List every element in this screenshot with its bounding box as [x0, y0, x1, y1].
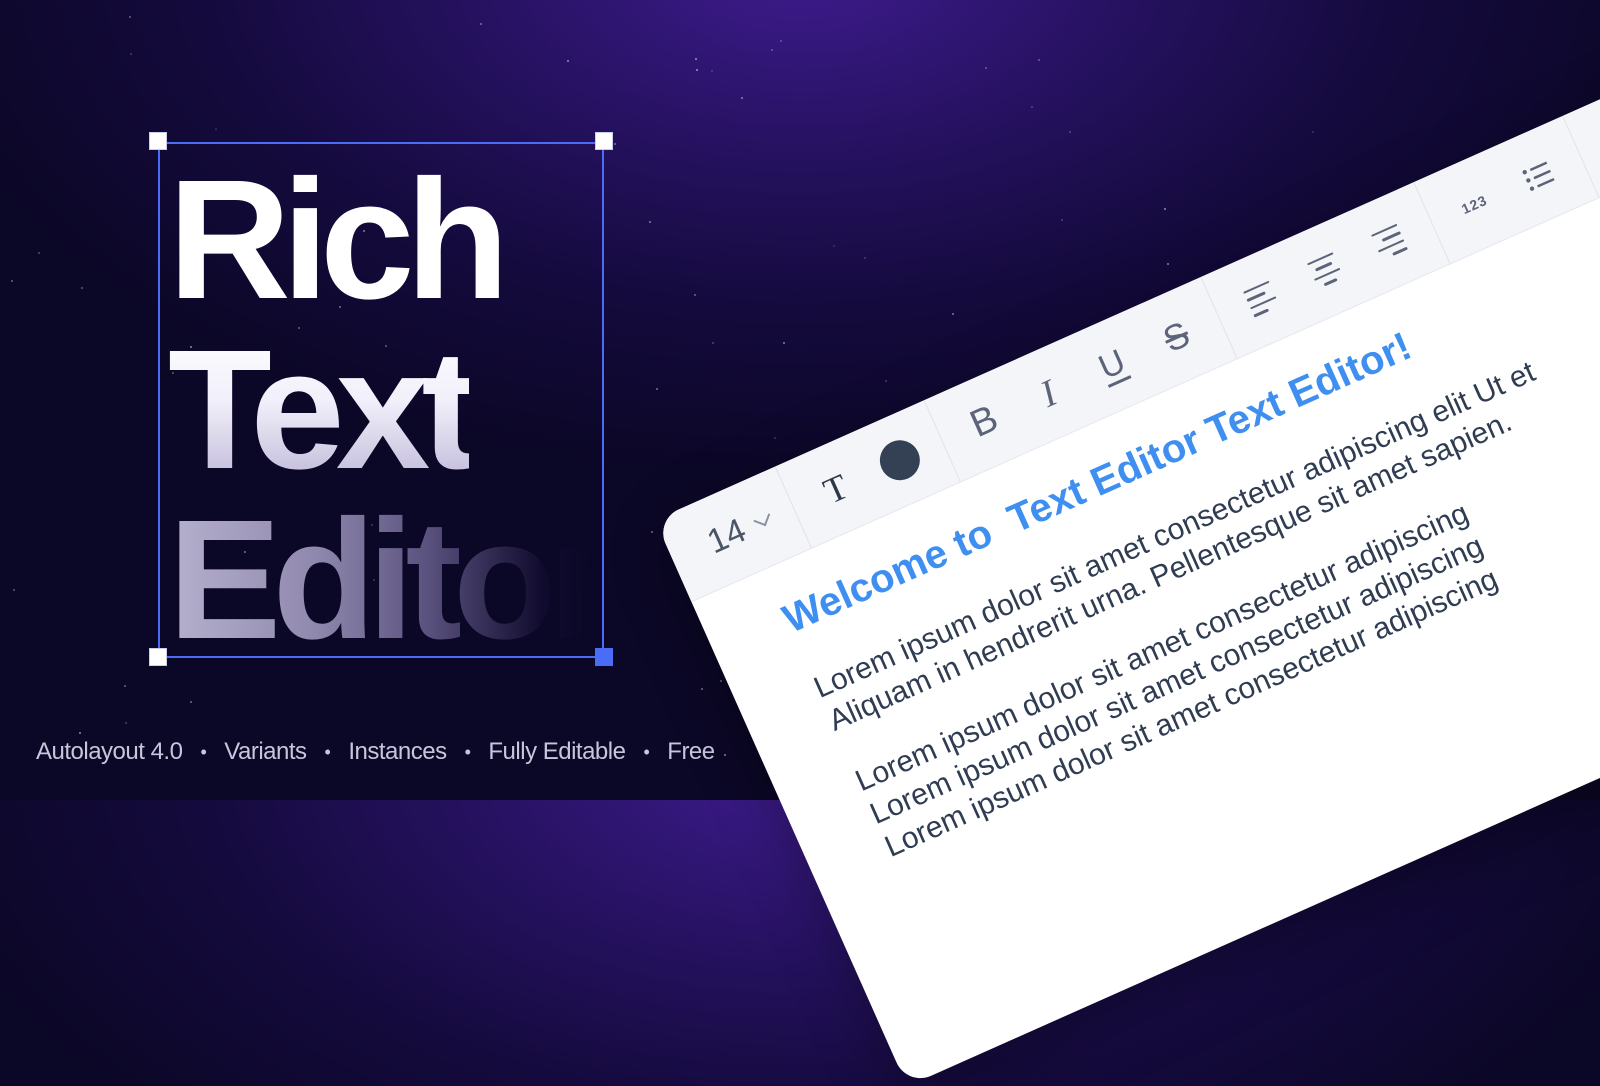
- strikethrough-icon[interactable]: S: [1150, 310, 1203, 363]
- resize-handle-bottom-left[interactable]: [149, 648, 167, 666]
- title-line-1: Rich: [168, 145, 509, 335]
- star: [1031, 106, 1033, 108]
- numbered-list-icon[interactable]: 123: [1448, 178, 1501, 231]
- feature-item: Variants: [224, 738, 307, 765]
- resize-handle-bottom-right[interactable]: [595, 648, 613, 666]
- chevron-down-icon: [753, 509, 771, 527]
- text-format-icon[interactable]: T: [809, 462, 862, 515]
- star: [885, 380, 887, 382]
- star: [985, 67, 987, 69]
- feature-item: Instances: [348, 738, 447, 765]
- title-line-3: Editor: [168, 495, 593, 665]
- feature-item: Fully Editable: [488, 738, 626, 765]
- underline-icon[interactable]: U: [1086, 339, 1139, 392]
- bullet-separator: •: [200, 741, 207, 762]
- bullet-separator: •: [643, 741, 650, 762]
- star: [833, 245, 835, 247]
- title-artboard: Rich Text Editor: [0, 0, 800, 800]
- align-left-icon[interactable]: [1235, 272, 1288, 325]
- italic-icon[interactable]: I: [1022, 367, 1075, 420]
- star: [1061, 219, 1063, 221]
- star: [1069, 131, 1071, 133]
- star: [1038, 59, 1040, 61]
- star: [1164, 208, 1166, 210]
- align-right-icon[interactable]: [1363, 215, 1416, 268]
- text-color-picker[interactable]: [873, 433, 926, 487]
- title-line-2: Text: [168, 315, 478, 505]
- star: [864, 257, 866, 259]
- star: [1312, 131, 1314, 133]
- font-size-dropdown[interactable]: 14: [702, 500, 777, 562]
- align-center-icon[interactable]: [1299, 244, 1352, 297]
- star: [1167, 263, 1169, 265]
- feature-item: Free: [667, 738, 715, 765]
- bullet-separator: •: [464, 741, 471, 762]
- bullet-list-icon[interactable]: [1512, 149, 1565, 202]
- feature-list: Autolayout 4.0 • Variants • Instances • …: [36, 738, 715, 766]
- font-size-value: 14: [701, 511, 752, 562]
- star: [952, 313, 954, 315]
- bullet-separator: •: [324, 741, 331, 762]
- image-icon[interactable]: [1597, 111, 1600, 164]
- resize-handle-top-right[interactable]: [595, 132, 613, 150]
- resize-handle-top-left[interactable]: [149, 132, 167, 150]
- bold-icon[interactable]: B: [958, 396, 1011, 449]
- feature-item: Autolayout 4.0: [36, 738, 183, 765]
